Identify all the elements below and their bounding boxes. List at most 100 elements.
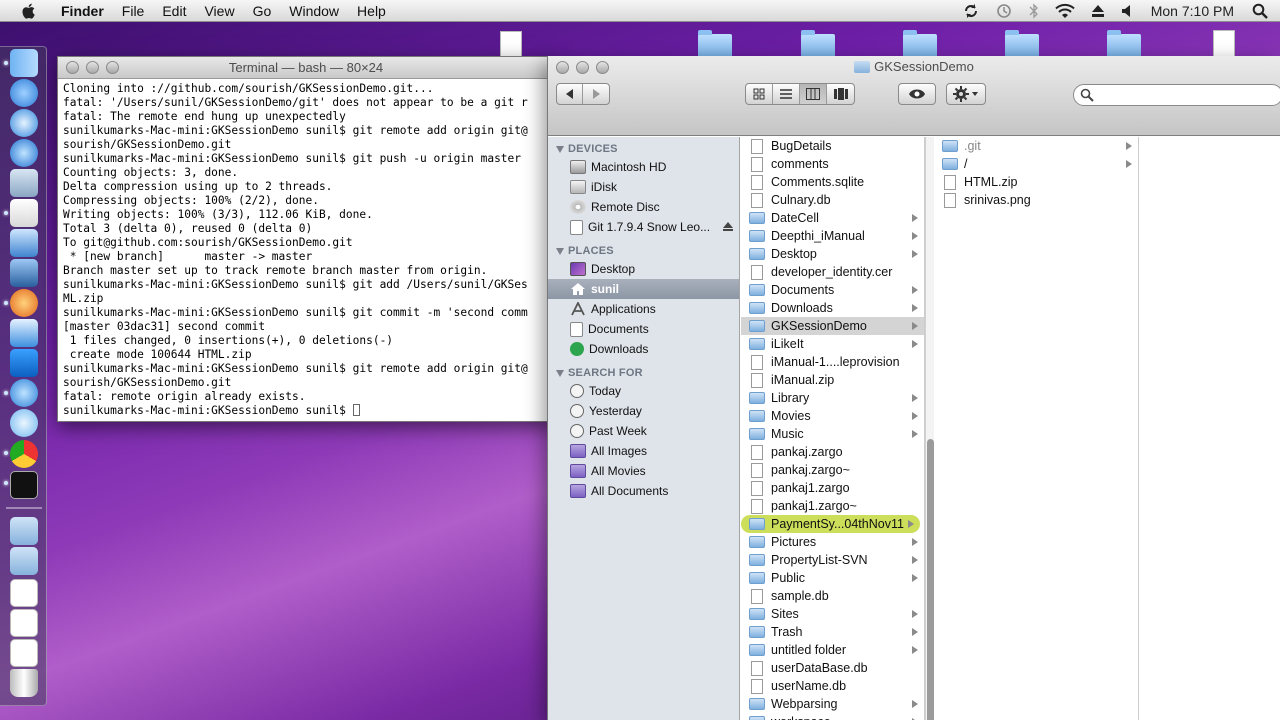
mail-icon[interactable] [10, 319, 38, 347]
file-row[interactable]: workspace [741, 713, 924, 720]
file-row[interactable]: comments [741, 155, 924, 173]
apple-menu-icon[interactable] [20, 2, 38, 20]
file-row[interactable]: Public [741, 569, 924, 587]
file-row[interactable]: PropertyList-SVN [741, 551, 924, 569]
file-row[interactable]: pankaj.zargo [741, 443, 924, 461]
close-button[interactable] [66, 61, 79, 74]
wifi-icon[interactable] [1055, 3, 1075, 19]
sidebar-item-desktop[interactable]: Desktop [548, 259, 739, 279]
minimized-window-icon[interactable] [10, 639, 38, 667]
desktop-file-icon[interactable] [500, 31, 522, 59]
file-row[interactable]: pankaj1.zargo~ [741, 497, 924, 515]
minimize-button[interactable] [86, 61, 99, 74]
sidebar-item-all-documents[interactable]: All Documents [548, 481, 739, 501]
action-menu-button[interactable] [946, 83, 986, 105]
facetime-icon[interactable] [10, 379, 38, 407]
iphoto-icon[interactable] [10, 169, 38, 197]
places-header[interactable]: PLACES [548, 237, 739, 259]
search-input[interactable] [1098, 88, 1268, 102]
file-row[interactable]: Trash [741, 623, 924, 641]
firefox-icon[interactable] [10, 289, 38, 317]
menu-app-name[interactable]: Finder [52, 0, 113, 22]
file-row[interactable]: PaymentSy...04thNov11 [741, 515, 920, 533]
file-row[interactable]: Desktop [741, 245, 924, 263]
sidebar-item-all-movies[interactable]: All Movies [548, 461, 739, 481]
forward-button[interactable] [583, 84, 609, 104]
file-row[interactable]: DateCell [741, 209, 924, 227]
file-row[interactable]: pankaj.zargo~ [741, 461, 924, 479]
terminal-output[interactable]: Cloning into ://github.com/sourish/GKSes… [58, 79, 554, 421]
file-row[interactable]: Music [741, 425, 924, 443]
file-row[interactable]: Webparsing [741, 695, 924, 713]
file-row[interactable]: userDataBase.db [741, 659, 924, 677]
file-row[interactable]: Library [741, 389, 924, 407]
spotlight-icon[interactable] [1252, 3, 1268, 19]
terminal-icon[interactable] [10, 471, 38, 499]
textedit-icon[interactable] [10, 199, 38, 227]
sidebar-item-documents[interactable]: Documents [548, 319, 739, 339]
file-row[interactable]: Documents [741, 281, 924, 299]
file-row[interactable]: HTML.zip [934, 173, 1138, 191]
list-view-button[interactable] [773, 84, 800, 104]
column-view-button[interactable] [800, 84, 827, 104]
file-row[interactable]: Downloads [741, 299, 924, 317]
menu-help[interactable]: Help [348, 0, 395, 22]
teamviewer-icon[interactable] [10, 349, 38, 377]
search-for-header[interactable]: SEARCH FOR [548, 359, 739, 381]
sidebar-item-git-volume[interactable]: Git 1.7.9.4 Snow Leo... [548, 217, 739, 237]
back-button[interactable] [557, 84, 584, 104]
file-row[interactable]: Pictures [741, 533, 924, 551]
file-row[interactable]: developer_identity.cer [741, 263, 924, 281]
file-row[interactable]: / [934, 155, 1138, 173]
quick-look-button[interactable] [898, 83, 936, 105]
scrollbar-thumb[interactable] [927, 439, 934, 720]
minimized-window-icon[interactable] [10, 609, 38, 637]
time-machine-icon[interactable] [995, 3, 1013, 19]
file-row[interactable]: sample.db [741, 587, 924, 605]
safari-icon[interactable] [10, 109, 38, 137]
file-row[interactable]: Deepthi_iManual [741, 227, 924, 245]
sync-icon[interactable] [963, 3, 979, 19]
cloud-icon[interactable] [10, 409, 38, 437]
terminal-titlebar[interactable]: Terminal — bash — 80×24 [58, 57, 554, 79]
eject-menu-icon[interactable] [1091, 4, 1105, 18]
icon-view-button[interactable] [746, 84, 773, 104]
volume-icon[interactable] [1121, 4, 1135, 18]
file-row[interactable]: iManual.zip [741, 371, 924, 389]
sidebar-item-macintosh-hd[interactable]: Macintosh HD [548, 157, 739, 177]
chrome-icon[interactable] [10, 440, 38, 468]
file-row[interactable]: userName.db [741, 677, 924, 695]
eject-icon[interactable] [723, 222, 733, 231]
documents-folder-icon[interactable] [10, 547, 38, 575]
sidebar-item-all-images[interactable]: All Images [548, 441, 739, 461]
ios-simulator-icon[interactable] [10, 259, 38, 287]
app-store-icon[interactable] [10, 79, 38, 107]
itunes-icon[interactable] [10, 139, 38, 167]
zoom-button[interactable] [106, 61, 119, 74]
desktop-file-icon[interactable] [1213, 30, 1235, 58]
trash-icon[interactable] [10, 669, 38, 697]
file-row[interactable]: GKSessionDemo [741, 317, 924, 335]
menu-clock[interactable]: Mon 7:10 PM [1151, 3, 1234, 19]
search-field[interactable] [1073, 84, 1280, 106]
file-row[interactable]: Comments.sqlite [741, 173, 924, 191]
finder-icon[interactable] [10, 49, 38, 77]
minimized-window-icon[interactable] [10, 579, 38, 607]
file-row[interactable]: pankaj1.zargo [741, 479, 924, 497]
menu-edit[interactable]: Edit [153, 0, 195, 22]
sidebar-item-yesterday[interactable]: Yesterday [548, 401, 739, 421]
coverflow-view-button[interactable] [827, 84, 854, 104]
sidebar-item-idisk[interactable]: iDisk [548, 177, 739, 197]
column-scrollbar[interactable] [925, 137, 934, 720]
menu-go[interactable]: Go [244, 0, 281, 22]
file-row[interactable]: .git [934, 137, 1138, 155]
sidebar-item-remote-disc[interactable]: Remote Disc [548, 197, 739, 217]
sidebar-item-today[interactable]: Today [548, 381, 739, 401]
xcode-icon[interactable] [10, 229, 38, 257]
sidebar-item-sunil[interactable]: sunil [548, 279, 739, 299]
bluetooth-icon[interactable] [1029, 3, 1039, 19]
file-row[interactable]: Movies [741, 407, 924, 425]
file-row[interactable]: srinivas.png [934, 191, 1138, 209]
sidebar-item-downloads[interactable]: Downloads [548, 339, 739, 359]
devices-header[interactable]: DEVICES [548, 137, 739, 157]
